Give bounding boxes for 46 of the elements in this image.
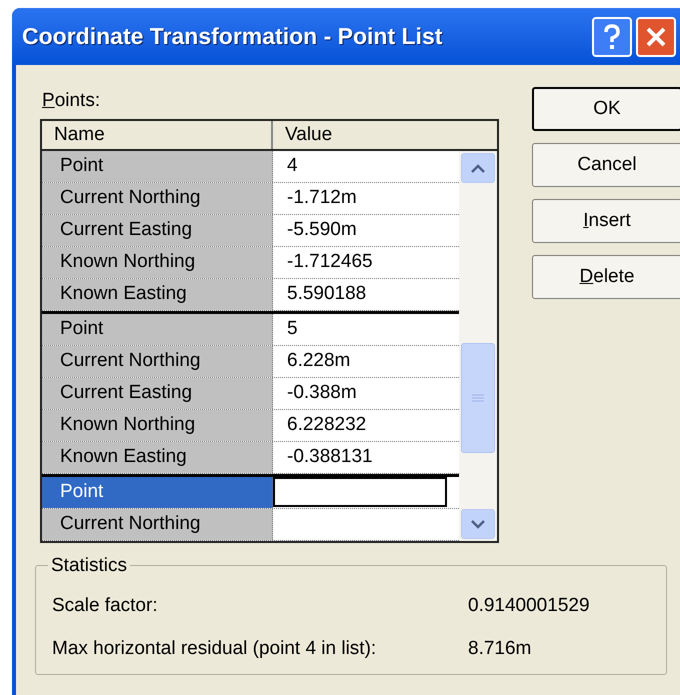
help-icon xyxy=(603,24,621,50)
property-name-cell[interactable]: Point xyxy=(42,477,273,508)
scroll-up-button[interactable] xyxy=(461,153,495,183)
scroll-down-button[interactable] xyxy=(461,509,495,539)
dialog-button[interactable]: Insert xyxy=(532,199,680,243)
property-value-cell[interactable]: -5.590m xyxy=(273,215,459,246)
column-header[interactable]: Name xyxy=(42,121,273,149)
vertical-scrollbar[interactable] xyxy=(459,151,497,541)
close-icon xyxy=(645,26,667,48)
property-name-cell[interactable]: Known Easting xyxy=(42,279,273,310)
property-value-cell[interactable]: -1.712m xyxy=(273,183,459,214)
property-value-cell[interactable]: 5.590188 xyxy=(273,279,459,310)
property-name-cell[interactable]: Current Northing xyxy=(42,183,273,214)
statistic-value: 0.9140001529 xyxy=(468,594,590,618)
property-value-cell[interactable]: -0.388m xyxy=(273,378,459,409)
property-name-cell[interactable]: Point xyxy=(42,151,273,182)
property-name-cell[interactable]: Current Easting xyxy=(42,215,273,246)
property-value-cell[interactable]: 6.228m xyxy=(273,346,459,377)
property-name-cell[interactable]: Known Northing xyxy=(42,410,273,441)
property-name-cell[interactable]: Known Easting xyxy=(42,442,273,473)
help-button[interactable] xyxy=(592,16,632,56)
close-button[interactable] xyxy=(636,16,676,56)
dialog-button[interactable]: Cancel xyxy=(532,143,680,187)
property-name-cell[interactable]: Point xyxy=(42,314,273,345)
property-name-cell[interactable]: Current Northing xyxy=(42,346,273,377)
chevron-down-icon xyxy=(471,520,485,528)
column-header[interactable]: Value xyxy=(273,121,497,149)
property-value-cell[interactable]: 5 xyxy=(273,314,459,345)
window-title: Coordinate Transformation - Point List xyxy=(22,22,442,52)
statistic-label: Max horizontal residual (point 4 in list): xyxy=(52,636,378,660)
points-label: Points: xyxy=(41,89,102,113)
dialog-button[interactable]: OK xyxy=(532,87,680,131)
property-value-cell[interactable]: -1.712465 xyxy=(273,247,459,278)
property-name-cell[interactable]: Current Northing xyxy=(42,509,273,540)
chevron-up-icon xyxy=(471,164,485,172)
scrollbar-thumb[interactable] xyxy=(461,343,495,453)
property-value-cell[interactable]: 4 xyxy=(273,151,459,182)
property-name-cell[interactable]: Known Northing xyxy=(42,247,273,278)
property-value-cell[interactable]: -0.388131 xyxy=(273,442,459,473)
dialog-button[interactable]: Delete xyxy=(532,255,680,299)
statistic-value: 8.716m xyxy=(468,636,532,660)
statistic-label: Scale factor: xyxy=(52,594,159,618)
value-input-field[interactable] xyxy=(273,477,447,507)
grip-icon xyxy=(472,394,484,402)
property-value-cell[interactable]: 6.228232 xyxy=(273,410,459,441)
property-name-cell[interactable]: Current Easting xyxy=(42,378,273,409)
